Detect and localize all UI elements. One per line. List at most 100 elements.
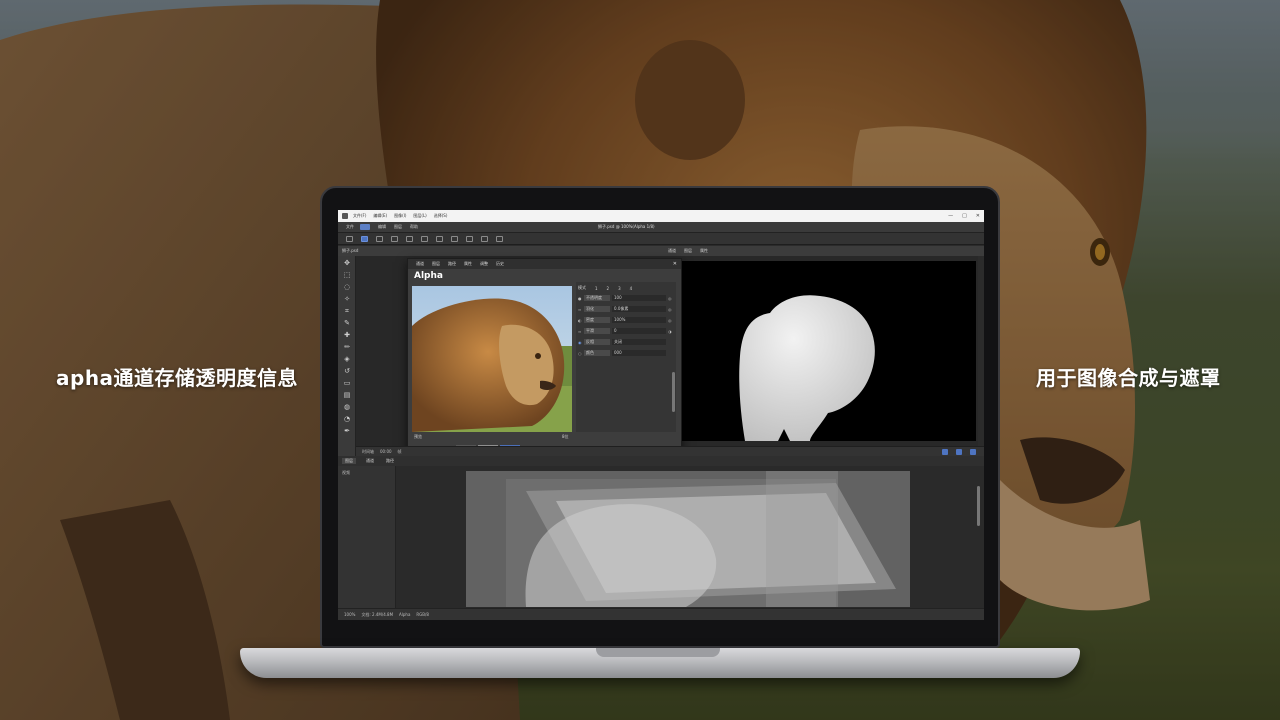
prop-value[interactable]: 关闭 [612,339,666,345]
play-icon[interactable] [942,449,948,455]
brush-icon[interactable] [421,235,428,242]
text-icon[interactable] [466,235,473,242]
eyedropper-tool-icon[interactable]: ✎ [343,320,351,327]
track-label: 视频 [342,470,350,475]
option-layer[interactable]: 图层 [394,224,402,230]
dialog-tab-history[interactable]: 历史 [496,261,504,267]
option-bar: 文件 编辑 图层 帮助 狮子.psd @ 100%(Alpha 1/8) [338,222,984,233]
minimize-button[interactable]: — [948,213,953,219]
panel-tab-properties[interactable]: 属性 [700,248,708,254]
panel-tabs: 通道 图层 属性 [668,248,716,254]
dialog-tabs: 通道 图层 路径 属性 调整 历史 [408,259,681,269]
track-list: 视频 [338,466,396,608]
history-tool-icon[interactable]: ↺ [343,368,351,375]
prop-row-opacity[interactable]: ● 不透明度 100 ◎ [578,294,674,302]
new-icon[interactable] [346,235,353,242]
prop-name: 反相 [584,339,610,345]
eraser-icon[interactable] [436,235,443,242]
dialog-close-icon[interactable]: ✕ [673,261,677,267]
layer-stack-illustration [466,471,910,607]
option-highlight-button[interactable] [360,224,370,230]
dialog-footer-value: 8位 [562,434,569,439]
timeline-tab-layers[interactable]: 图层 [342,458,356,464]
menu-bar: 文件(F) 编辑(E) 图像(I) 图层(L) 选择(S) [353,213,454,219]
crop-icon[interactable] [406,235,413,242]
prop-toggle-icon[interactable]: ◎ [668,307,672,312]
caption-left: apha通道存储透明度信息 [56,366,299,390]
stamp-tool-icon[interactable]: ◈ [343,356,351,363]
gradient-icon[interactable] [451,235,458,242]
marquee-icon[interactable] [376,235,383,242]
lasso-tool-icon[interactable]: ◌ [343,284,351,291]
prop-value[interactable]: 0 [612,328,666,334]
layer-stack-view[interactable] [466,471,910,607]
pen-tool-icon[interactable]: ✒ [343,428,351,435]
prop-row-density[interactable]: ◐ 密度 100% ◎ [578,316,674,324]
eraser-tool-icon[interactable]: ▭ [343,380,351,387]
maximize-button[interactable]: □ [962,213,967,219]
prop-row-color[interactable]: ○ 颜色 000 [578,349,674,357]
timeline-buttons [934,449,976,455]
prop-value[interactable]: 100% [612,317,666,323]
panel-tab-layers[interactable]: 图层 [684,248,692,254]
panel-tab-channels[interactable]: 通道 [668,248,676,254]
loop-icon[interactable] [956,449,962,455]
alpha-mask-view[interactable] [660,261,976,441]
prop-value[interactable]: 0.0像素 [612,306,666,312]
prop-mode-row: 模式 1 2 3 4 [578,284,674,292]
status-zoom: 100% [344,612,356,617]
option-file[interactable]: 文件 [346,224,354,230]
dialog-tab-layers[interactable]: 图层 [432,261,440,267]
prop-mode-4[interactable]: 4 [630,286,633,291]
option-edit[interactable]: 编辑 [378,224,386,230]
prop-toggle-icon[interactable]: ◑ [668,329,672,334]
app-icon [342,213,348,219]
heal-tool-icon[interactable]: ✚ [343,332,351,339]
timeline-tab-paths[interactable]: 路径 [386,458,394,464]
prop-mode-label: 模式 [578,285,586,290]
marquee-tool-icon[interactable]: ⬚ [343,272,351,279]
prop-row-smooth[interactable]: ≈ 平滑 0 ◑ [578,327,674,335]
menu-edit[interactable]: 编辑(E) [373,213,387,219]
prop-mode-3[interactable]: 3 [618,286,621,291]
gradient-tool-icon[interactable]: ▤ [343,392,351,399]
brush-tool-icon[interactable]: ✏ [343,344,351,351]
zoom-icon[interactable] [496,235,503,242]
document-tab[interactable]: 狮子.psd [342,248,358,254]
option-help[interactable]: 帮助 [410,224,418,230]
timeline-frame: 帧 [397,448,402,454]
dialog-tab-paths[interactable]: 路径 [448,261,456,267]
dialog-tab-adjust[interactable]: 调整 [480,261,488,267]
dialog-tab-channels[interactable]: 通道 [416,261,424,267]
properties-panel: 模式 1 2 3 4 ● 不透明度 100 ◎ ≈ 羽化 0.0像素 ◎ ◐ 密… [576,282,676,432]
lion-preview-image [412,286,572,432]
wand-tool-icon[interactable]: ✧ [343,296,351,303]
prop-name: 不透明度 [584,295,610,301]
blur-tool-icon[interactable]: ◍ [343,404,351,411]
settings-icon[interactable] [970,449,976,455]
prop-value[interactable]: 000 [612,350,666,356]
prop-mode-1[interactable]: 1 [595,286,598,291]
prop-row-invert[interactable]: ◉ 反相 关闭 [578,338,674,346]
menu-layer[interactable]: 图层(L) [413,213,426,219]
lion-preview-illustration [412,286,572,432]
prop-value[interactable]: 100 [612,295,666,301]
prop-toggle-icon[interactable]: ◎ [668,296,672,301]
shape-icon[interactable] [481,235,488,242]
prop-toggle-icon[interactable]: ◎ [668,318,672,323]
properties-scrollbar[interactable] [672,372,675,412]
move-icon[interactable] [361,235,368,242]
menu-select[interactable]: 选择(S) [434,213,448,219]
close-button[interactable]: ✕ [976,213,980,219]
lasso-icon[interactable] [391,235,398,242]
move-tool-icon[interactable]: ✥ [343,260,351,267]
prop-row-feather[interactable]: ≈ 羽化 0.0像素 ◎ [578,305,674,313]
prop-mode-2[interactable]: 2 [607,286,610,291]
timeline-tab-channels[interactable]: 通道 [366,458,374,464]
dodge-tool-icon[interactable]: ◔ [343,416,351,423]
menu-file[interactable]: 文件(F) [353,213,366,219]
timeline-scrollbar[interactable] [977,486,980,526]
crop-tool-icon[interactable]: ⌗ [343,308,351,315]
dialog-tab-properties[interactable]: 属性 [464,261,472,267]
menu-image[interactable]: 图像(I) [394,213,406,219]
